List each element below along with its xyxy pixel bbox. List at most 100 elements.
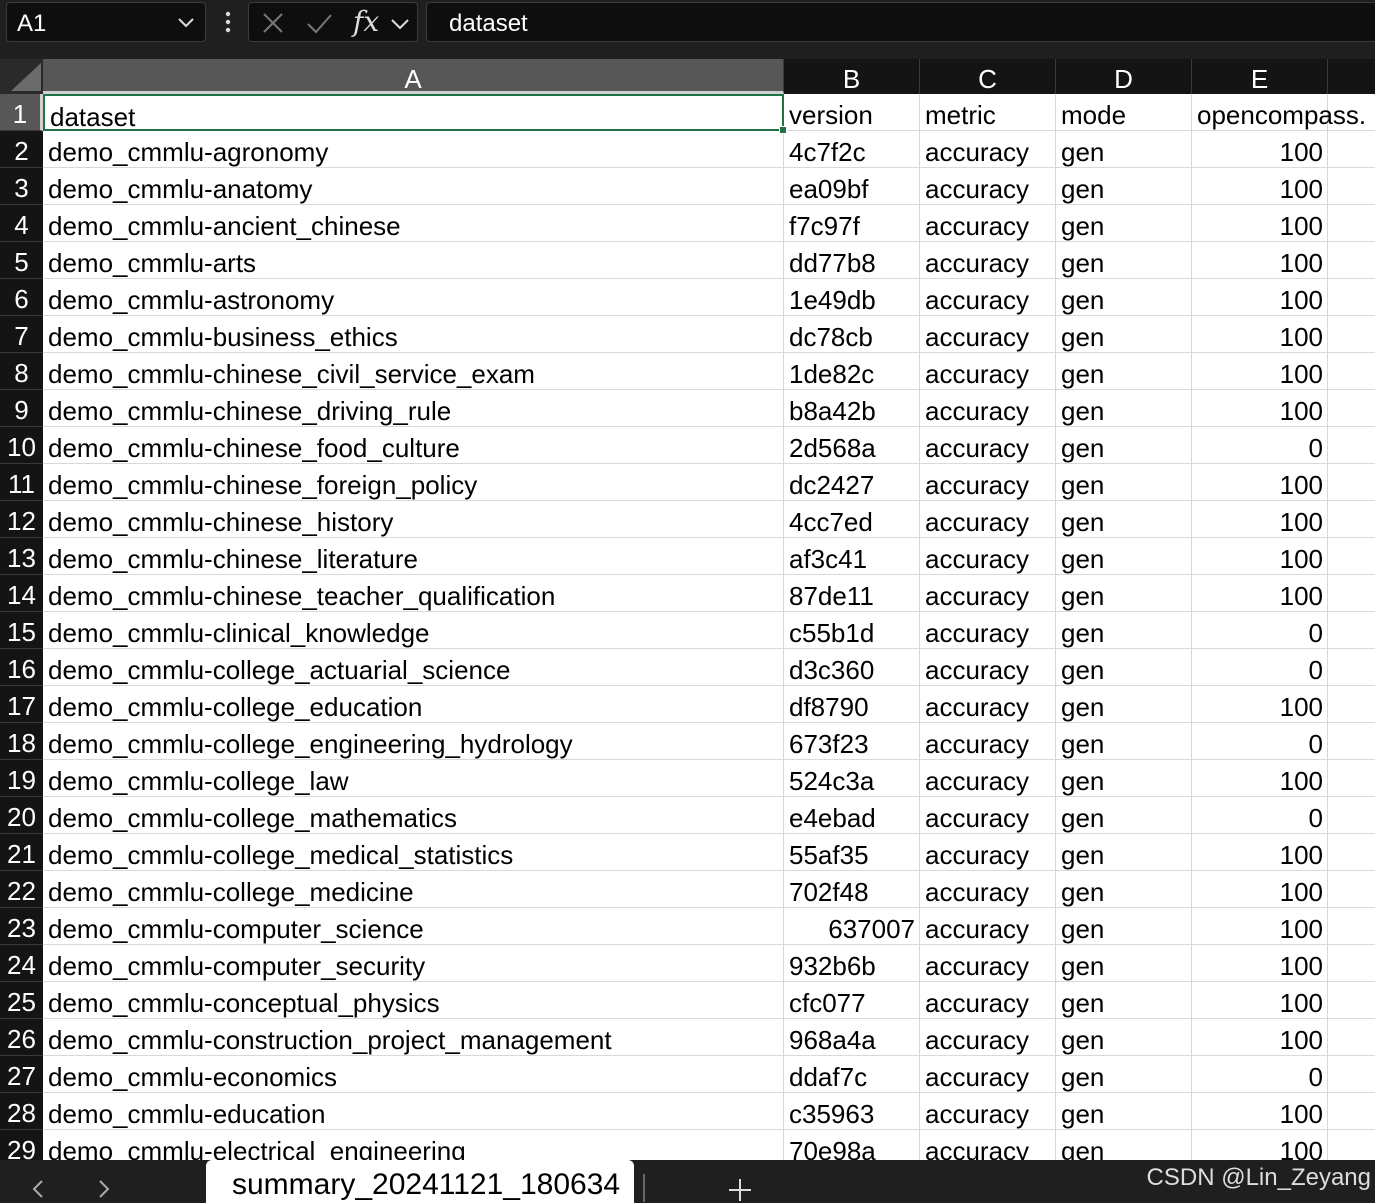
row-header[interactable]: 4 bbox=[0, 205, 43, 242]
cell-col-a[interactable]: demo_cmmlu-college_mathematics bbox=[43, 797, 784, 834]
cell-col-e[interactable]: 0 bbox=[1192, 649, 1328, 686]
cell-col-b[interactable]: f7c97f bbox=[784, 205, 920, 242]
cell-col-c[interactable]: accuracy bbox=[920, 1130, 1056, 1160]
cell-col-d[interactable]: gen bbox=[1056, 131, 1192, 168]
column-header-d[interactable]: D bbox=[1056, 59, 1192, 94]
cell-col-c[interactable]: metric bbox=[920, 94, 1056, 131]
cell-col-d[interactable]: gen bbox=[1056, 760, 1192, 797]
cell-col-a[interactable]: demo_cmmlu-chinese_driving_rule bbox=[43, 390, 784, 427]
cell-col-b[interactable]: 702f48 bbox=[784, 871, 920, 908]
row-header[interactable]: 19 bbox=[0, 760, 43, 797]
cell-col-c[interactable]: accuracy bbox=[920, 1056, 1056, 1093]
cell-col-c[interactable]: accuracy bbox=[920, 353, 1056, 390]
cell-col-c[interactable]: accuracy bbox=[920, 390, 1056, 427]
cell-col-f[interactable] bbox=[1328, 982, 1375, 1019]
row-header[interactable]: 26 bbox=[0, 1019, 43, 1056]
column-header-e[interactable]: E bbox=[1192, 59, 1328, 94]
cell-col-b[interactable]: ea09bf bbox=[784, 168, 920, 205]
cell-col-b[interactable]: 2d568a bbox=[784, 427, 920, 464]
cell-col-d[interactable]: gen bbox=[1056, 908, 1192, 945]
cell-col-a[interactable]: demo_cmmlu-chinese_literature bbox=[43, 538, 784, 575]
row-header[interactable]: 25 bbox=[0, 982, 43, 1019]
chevron-down-icon[interactable] bbox=[389, 9, 411, 37]
cell-col-a[interactable]: demo_cmmlu-electrical_engineering bbox=[43, 1130, 784, 1160]
row-header[interactable]: 20 bbox=[0, 797, 43, 834]
cell-col-c[interactable]: accuracy bbox=[920, 464, 1056, 501]
cell-col-d[interactable]: gen bbox=[1056, 575, 1192, 612]
cell-col-b[interactable]: 4c7f2c bbox=[784, 131, 920, 168]
cell-col-c[interactable]: accuracy bbox=[920, 242, 1056, 279]
cell-col-d[interactable]: gen bbox=[1056, 871, 1192, 908]
cell-col-a[interactable]: demo_cmmlu-college_law bbox=[43, 760, 784, 797]
column-header-a[interactable]: A bbox=[43, 59, 784, 94]
cell-col-a[interactable]: demo_cmmlu-ancient_chinese bbox=[43, 205, 784, 242]
cell-col-f[interactable] bbox=[1328, 501, 1375, 538]
cell-col-a[interactable]: demo_cmmlu-economics bbox=[43, 1056, 784, 1093]
cell-col-c[interactable]: accuracy bbox=[920, 168, 1056, 205]
cell-col-b[interactable]: 968a4a bbox=[784, 1019, 920, 1056]
cell-col-f[interactable] bbox=[1328, 1056, 1375, 1093]
cell-col-e[interactable]: 100 bbox=[1192, 686, 1328, 723]
cell-col-d[interactable]: gen bbox=[1056, 279, 1192, 316]
cell-col-d[interactable]: mode bbox=[1056, 94, 1192, 131]
cell-col-d[interactable]: gen bbox=[1056, 982, 1192, 1019]
cell-col-f[interactable] bbox=[1328, 1019, 1375, 1056]
cell-col-a[interactable]: demo_cmmlu-chinese_food_culture bbox=[43, 427, 784, 464]
cell-col-f[interactable] bbox=[1328, 390, 1375, 427]
row-header[interactable]: 27 bbox=[0, 1056, 43, 1093]
row-header[interactable]: 21 bbox=[0, 834, 43, 871]
cell-col-f[interactable] bbox=[1328, 834, 1375, 871]
cell-col-c[interactable]: accuracy bbox=[920, 538, 1056, 575]
column-header-f[interactable] bbox=[1328, 59, 1375, 94]
cell-col-e[interactable]: 100 bbox=[1192, 390, 1328, 427]
insert-function-icon[interactable]: fx bbox=[353, 5, 387, 38]
cell-col-b[interactable]: 524c3a bbox=[784, 760, 920, 797]
cell-col-e[interactable]: 100 bbox=[1192, 501, 1328, 538]
chevron-right-icon[interactable] bbox=[92, 1178, 114, 1200]
cell-col-d[interactable]: gen bbox=[1056, 242, 1192, 279]
cell-col-e[interactable]: 0 bbox=[1192, 723, 1328, 760]
cell-col-d[interactable]: gen bbox=[1056, 649, 1192, 686]
cell-col-f[interactable] bbox=[1328, 538, 1375, 575]
cell-col-b[interactable]: cfc077 bbox=[784, 982, 920, 1019]
cell-col-f[interactable] bbox=[1328, 649, 1375, 686]
row-header[interactable]: 23 bbox=[0, 908, 43, 945]
cell-col-f[interactable] bbox=[1328, 945, 1375, 982]
cell-col-a[interactable]: demo_cmmlu-anatomy bbox=[43, 168, 784, 205]
cell-col-e[interactable]: 100 bbox=[1192, 131, 1328, 168]
row-header[interactable]: 6 bbox=[0, 279, 43, 316]
cell-col-b[interactable]: df8790 bbox=[784, 686, 920, 723]
cell-col-f[interactable] bbox=[1328, 94, 1375, 131]
cell-col-b[interactable]: dc2427 bbox=[784, 464, 920, 501]
cell-col-e[interactable]: opencompass. bbox=[1192, 94, 1366, 131]
cell-col-e[interactable]: 100 bbox=[1192, 1130, 1328, 1160]
cell-col-f[interactable] bbox=[1328, 723, 1375, 760]
cell-col-b[interactable]: 932b6b bbox=[784, 945, 920, 982]
cell-col-b[interactable]: 55af35 bbox=[784, 834, 920, 871]
cell-col-d[interactable]: gen bbox=[1056, 612, 1192, 649]
cell-col-d[interactable]: gen bbox=[1056, 1019, 1192, 1056]
cell-col-d[interactable]: gen bbox=[1056, 834, 1192, 871]
cell-col-c[interactable]: accuracy bbox=[920, 427, 1056, 464]
cell-col-b[interactable]: 1de82c bbox=[784, 353, 920, 390]
cell-col-e[interactable]: 100 bbox=[1192, 945, 1328, 982]
cell-col-e[interactable]: 100 bbox=[1192, 353, 1328, 390]
cell-col-a[interactable]: demo_cmmlu-construction_project_manageme… bbox=[43, 1019, 784, 1056]
cell-col-b[interactable]: e4ebad bbox=[784, 797, 920, 834]
cell-col-a[interactable]: demo_cmmlu-chinese_foreign_policy bbox=[43, 464, 784, 501]
cell-col-a[interactable]: demo_cmmlu-college_medicine bbox=[43, 871, 784, 908]
chevron-down-icon[interactable] bbox=[175, 11, 197, 33]
cell-col-d[interactable]: gen bbox=[1056, 316, 1192, 353]
cell-col-f[interactable] bbox=[1328, 575, 1375, 612]
cell-col-a[interactable]: demo_cmmlu-college_medical_statistics bbox=[43, 834, 784, 871]
cell-col-f[interactable] bbox=[1328, 1130, 1375, 1160]
cell-col-e[interactable]: 100 bbox=[1192, 1019, 1328, 1056]
cell-col-c[interactable]: accuracy bbox=[920, 131, 1056, 168]
cell-col-c[interactable]: accuracy bbox=[920, 279, 1056, 316]
cell-col-c[interactable]: accuracy bbox=[920, 205, 1056, 242]
cell-col-c[interactable]: accuracy bbox=[920, 834, 1056, 871]
cell-col-e[interactable]: 100 bbox=[1192, 575, 1328, 612]
cell-col-a[interactable]: demo_cmmlu-agronomy bbox=[43, 131, 784, 168]
cell-col-a[interactable]: demo_cmmlu-clinical_knowledge bbox=[43, 612, 784, 649]
column-header-c[interactable]: C bbox=[920, 59, 1056, 94]
